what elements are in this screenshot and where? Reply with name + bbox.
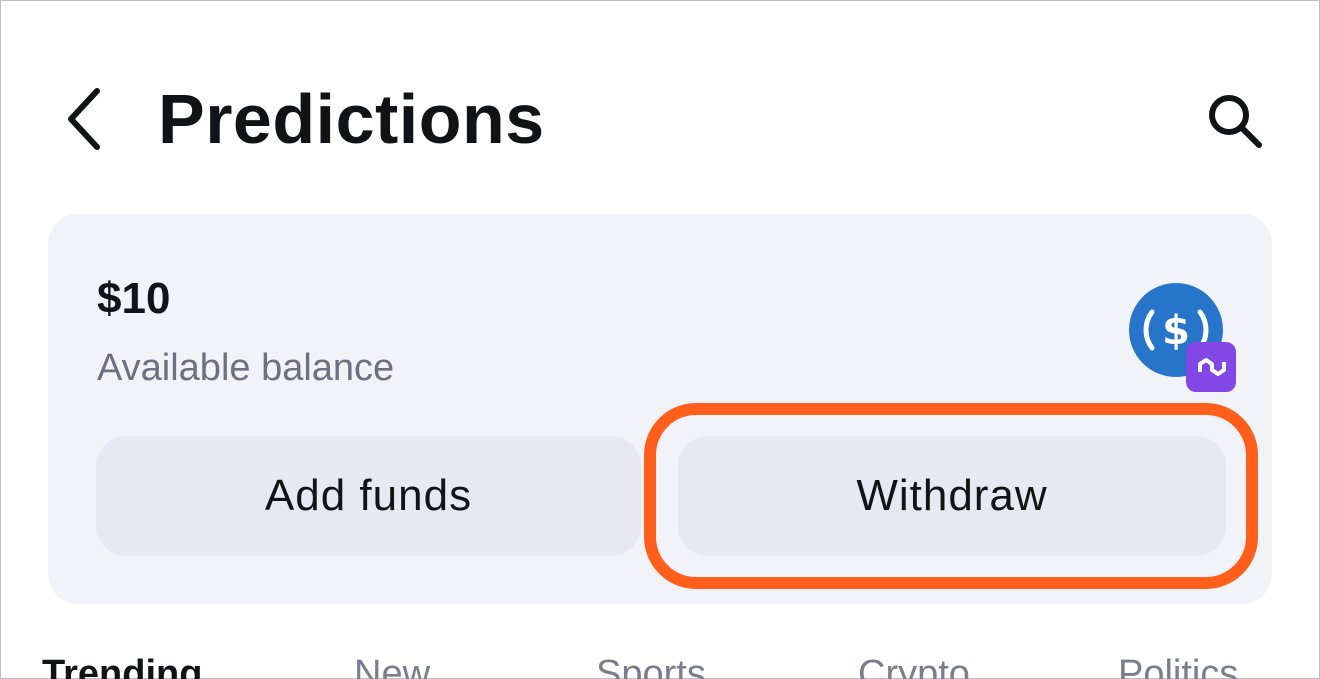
search-icon [1209,95,1262,148]
balance-card: $10 Available balance $ Add funds Withdr… [48,214,1272,604]
tab-sports[interactable]: Sports [596,652,706,679]
category-tabs: Trending New Sports Crypto Politics [0,640,1320,679]
withdraw-button[interactable]: Withdraw [678,436,1226,556]
balance-label: Available balance [97,347,395,389]
header: Predictions [0,60,1320,180]
tab-new[interactable]: New [354,652,430,679]
token-avatar: $ [1128,282,1238,392]
tab-trending[interactable]: Trending [42,652,202,679]
tab-politics[interactable]: Politics [1118,652,1238,679]
back-button[interactable] [58,86,108,152]
search-button[interactable] [1204,90,1266,152]
add-funds-button[interactable]: Add funds [96,436,641,556]
balance-amount: $10 [97,274,171,323]
page-title: Predictions [158,80,545,158]
tab-crypto[interactable]: Crypto [858,652,970,679]
chevron-left-icon [68,88,100,150]
polygon-icon [1186,342,1236,392]
